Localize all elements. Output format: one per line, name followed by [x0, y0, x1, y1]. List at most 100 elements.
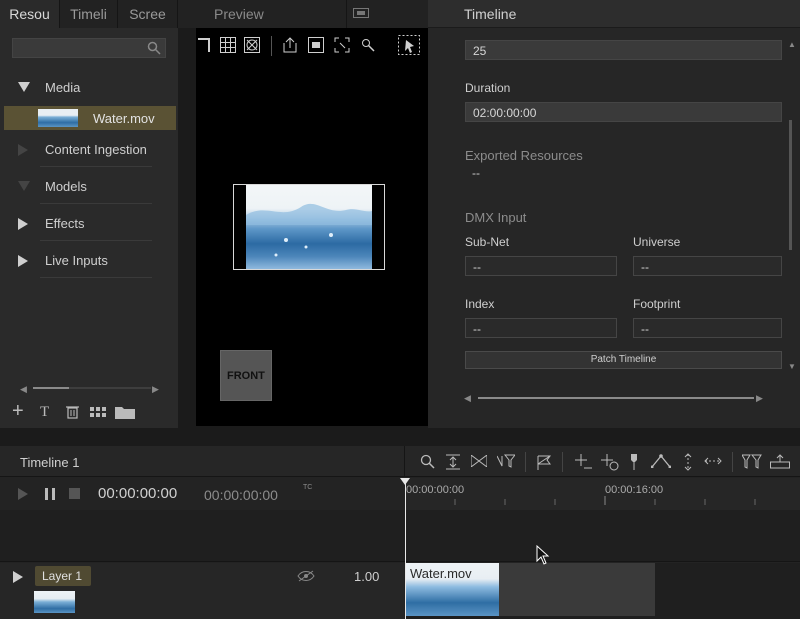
tab-resources[interactable]: Resou [0, 0, 60, 28]
search-input[interactable] [12, 38, 166, 58]
tree-item-label: Effects [45, 216, 85, 231]
transport-bar: 00:00:00:00 00:00:00:00 TC [0, 478, 404, 510]
dmx-input-heading: DMX Input [465, 210, 527, 225]
tree-item-effects[interactable]: Effects [0, 208, 178, 240]
scroll-right-icon[interactable]: ▶ [152, 384, 159, 395]
layer-header[interactable]: Layer 1 1.00 [0, 563, 404, 619]
horizontal-move-icon[interactable] [704, 456, 722, 466]
tree-item-label: Models [45, 179, 87, 194]
filter-marker-icon[interactable] [497, 454, 515, 468]
pan-icon[interactable] [360, 37, 376, 53]
mouse-cursor-icon [536, 545, 550, 565]
stack-layers-icon[interactable] [770, 454, 790, 470]
exported-resources-heading: Exported Resources [465, 148, 583, 163]
tab-screens[interactable]: Scree [118, 0, 178, 28]
fit-view-icon[interactable] [308, 37, 324, 53]
filter-icon[interactable] [742, 454, 762, 470]
tree-item-water-mov[interactable]: Water.mov [4, 106, 176, 130]
select-tool-icon[interactable] [398, 35, 420, 55]
front-label: FRONT [227, 370, 265, 382]
zoom-icon[interactable] [420, 454, 436, 470]
ruler-label: 00:00:00:00 [406, 484, 465, 496]
resources-panel: Resou Timeli Scree Media Water.mov Conte… [0, 0, 178, 428]
playhead-line[interactable] [405, 478, 406, 619]
timeline-panel: Timeline 1 00:00:00:00 00:00:00:00 TC 00… [0, 446, 800, 619]
export-icon[interactable] [282, 37, 298, 53]
footprint-field[interactable]: -- [633, 318, 782, 338]
scroll-left-icon[interactable]: ◀ [20, 384, 27, 395]
expand-arrow-icon[interactable] [18, 144, 28, 156]
subnet-label: Sub-Net [465, 235, 510, 249]
track-area[interactable] [0, 510, 800, 562]
safe-area-icon[interactable] [244, 37, 260, 53]
tab-timelines[interactable]: Timeli [60, 0, 118, 28]
crop-icon[interactable] [198, 38, 210, 52]
detach-panel-icon[interactable] [353, 8, 369, 18]
fit-vertical-icon[interactable] [446, 454, 460, 470]
left-tabbar: Resou Timeli Scree [0, 0, 178, 28]
time-ruler[interactable]: 00:00:00:00 00:00:16:00 [405, 478, 800, 510]
layer-track[interactable]: Water.mov [405, 563, 800, 619]
expand-arrow-icon[interactable] [18, 82, 30, 92]
ruler-label: 00:00:16:00 [605, 484, 664, 496]
timeline-title: Timeline 1 [20, 455, 80, 470]
subnet-field[interactable]: -- [465, 256, 617, 276]
current-timecode[interactable]: 00:00:00:00 [98, 485, 177, 502]
inspector-header: Timeline [428, 0, 800, 28]
playhead-handle[interactable] [400, 478, 410, 485]
grid-icon[interactable] [220, 37, 236, 53]
divider [40, 277, 152, 278]
horizontal-scrollbar[interactable] [478, 397, 754, 399]
universe-field[interactable]: -- [633, 256, 782, 276]
tree-item-label: Live Inputs [45, 253, 108, 268]
grid-view-icon[interactable] [90, 407, 106, 417]
scroll-right-icon[interactable]: ▶ [756, 393, 763, 404]
divider [40, 240, 152, 241]
add-icon[interactable]: + [12, 401, 24, 421]
stop-button[interactable] [69, 488, 80, 499]
index-field[interactable]: -- [465, 318, 617, 338]
horizontal-scrollbar[interactable] [33, 387, 151, 389]
patch-timeline-button[interactable]: Patch Timeline [465, 351, 782, 369]
expand-layer-icon[interactable] [13, 571, 23, 583]
expand-arrow-icon[interactable] [18, 218, 28, 230]
clip-name: Water.mov [410, 566, 472, 581]
expand-arrow-icon[interactable] [18, 255, 28, 267]
duration-field[interactable]: 02:00:00:00 [465, 102, 782, 122]
scroll-left-icon[interactable]: ◀ [464, 393, 471, 404]
tree-item-content-ingestion[interactable]: Content Ingestion [0, 134, 178, 166]
trash-icon[interactable] [66, 405, 79, 419]
tree-item-media[interactable]: Media [0, 72, 178, 104]
layer-name-badge[interactable]: Layer 1 [35, 566, 91, 586]
text-icon[interactable]: T [40, 404, 49, 421]
vertical-move-icon[interactable] [683, 453, 693, 471]
layer-thumbnail [34, 591, 75, 613]
media-thumbnail [38, 109, 78, 127]
pause-button[interactable] [45, 488, 55, 500]
marker-pin-icon[interactable] [629, 453, 639, 471]
frame-rate-field[interactable]: 25 [465, 40, 782, 60]
flag-icon[interactable] [536, 454, 552, 470]
timeline-inspector: Timeline 25 Duration 02:00:00:00 Exporte… [428, 0, 800, 428]
vertical-scrollbar[interactable]: ▲ ▼ [788, 40, 796, 371]
expand-arrow-icon[interactable] [18, 181, 30, 191]
tree-item-models[interactable]: Models [0, 171, 178, 203]
preview-viewport[interactable]: FRONT [196, 28, 428, 426]
add-cue-icon[interactable] [600, 453, 620, 471]
divider [40, 203, 152, 204]
layer-opacity-value[interactable]: 1.00 [354, 569, 379, 584]
front-view-cube[interactable]: FRONT [220, 350, 272, 401]
preview-frame[interactable] [233, 184, 385, 270]
split-icon[interactable] [471, 455, 487, 467]
curve-icon[interactable] [651, 454, 671, 468]
visibility-icon[interactable] [297, 570, 315, 582]
preview-header: Preview [178, 0, 428, 28]
tree-item-live-inputs[interactable]: Live Inputs [0, 245, 178, 277]
add-keyframe-icon[interactable] [574, 453, 592, 471]
folder-icon[interactable] [115, 405, 135, 419]
zoom-region-icon[interactable] [334, 37, 350, 53]
play-button[interactable] [18, 488, 28, 500]
media-clip[interactable]: Water.mov [405, 563, 655, 616]
timeline-header: Timeline 1 [0, 446, 800, 477]
universe-label: Universe [633, 235, 681, 249]
